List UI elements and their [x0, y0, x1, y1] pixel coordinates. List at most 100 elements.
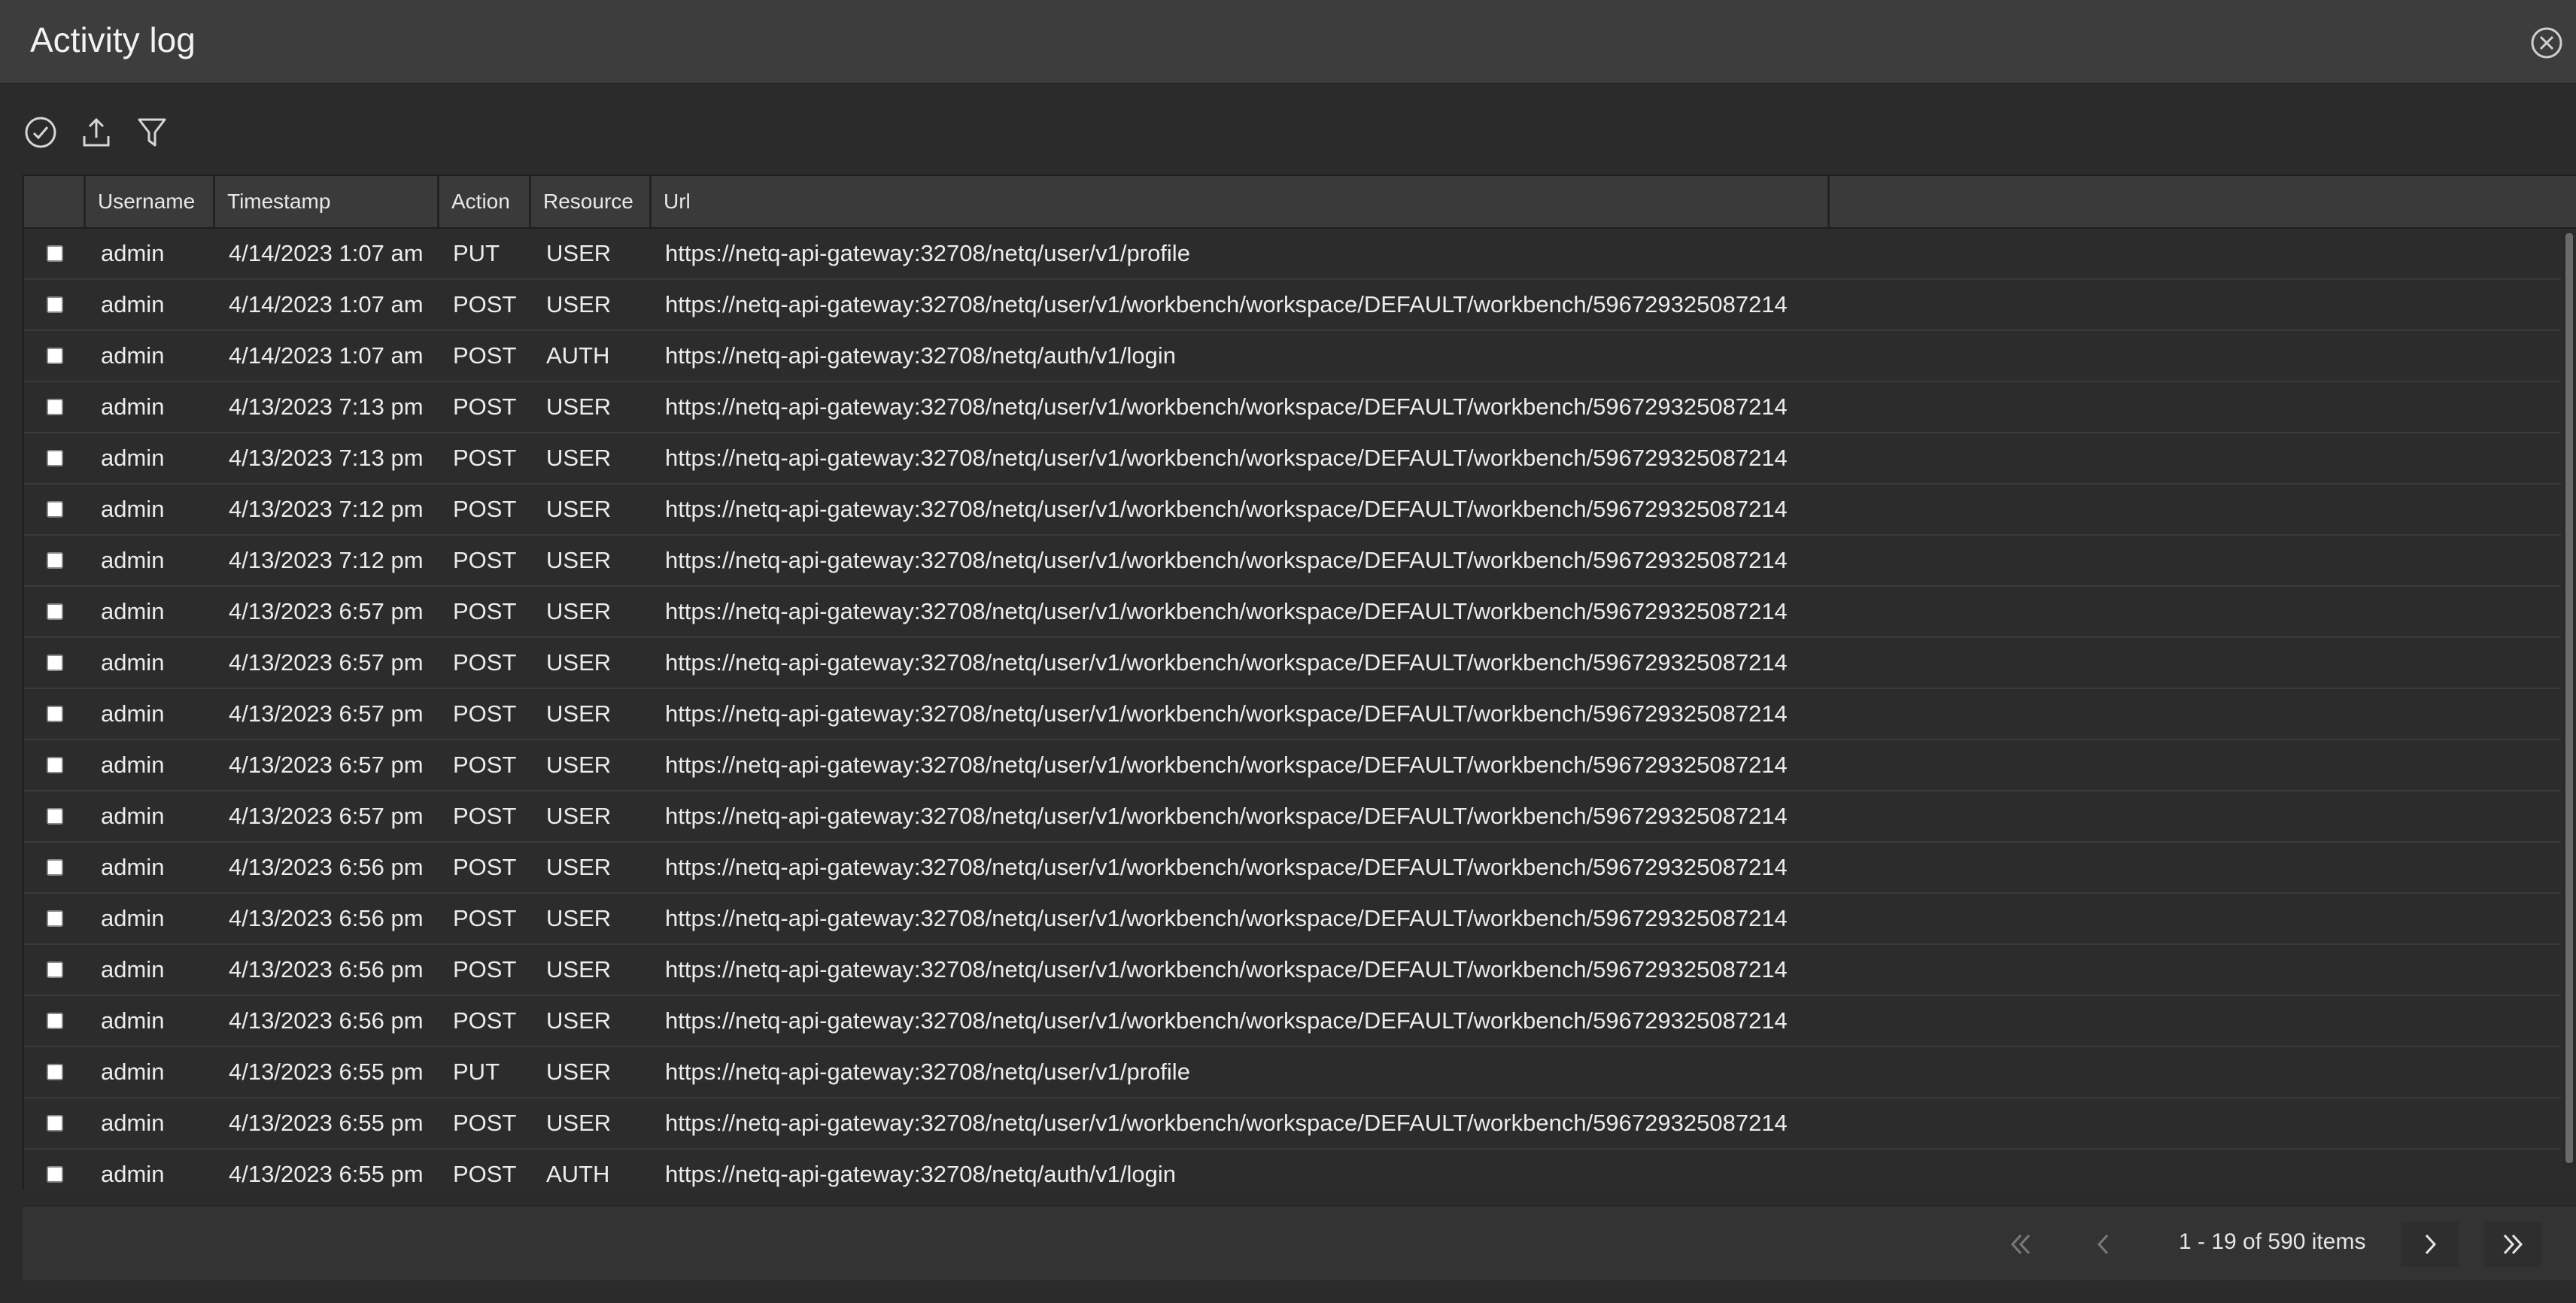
- double-chevron-right-icon: [2503, 1234, 2523, 1255]
- table-row[interactable]: admin 4/13/2023 6:56 pm POST USER https://ne…: [24, 894, 2561, 945]
- cell-username: admin: [101, 393, 165, 420]
- row-checkbox[interactable]: [47, 859, 63, 876]
- row-checkbox[interactable]: [47, 552, 63, 569]
- cell-username: admin: [101, 1161, 165, 1187]
- cell-timestamp: 4/13/2023 6:55 pm: [229, 1058, 424, 1085]
- cell-username: admin: [101, 700, 165, 727]
- header-select-column[interactable]: [24, 176, 86, 227]
- cell-timestamp: 4/13/2023 6:57 pm: [229, 700, 424, 727]
- header-timestamp[interactable]: Timestamp: [215, 176, 439, 227]
- table-row[interactable]: admin 4/13/2023 7:12 pm POST USER https://ne…: [24, 536, 2561, 587]
- first-page-button[interactable]: [1992, 1222, 2049, 1267]
- close-button[interactable]: [2529, 26, 2564, 60]
- cell-username: admin: [101, 854, 165, 880]
- cell-username: admin: [101, 445, 165, 471]
- table-row[interactable]: admin 4/13/2023 7:13 pm POST USER https://ne…: [24, 433, 2561, 484]
- cell-username: admin: [101, 956, 165, 983]
- cell-action: PUT: [453, 1058, 500, 1085]
- cell-timestamp: 4/14/2023 1:07 am: [229, 342, 424, 369]
- cell-action: POST: [453, 854, 517, 880]
- cell-action: POST: [453, 956, 517, 983]
- cell-resource: USER: [546, 496, 612, 522]
- cell-url: https://netq-api-gateway:32708/netq/user…: [665, 803, 1788, 829]
- row-checkbox[interactable]: [47, 296, 63, 313]
- table-row[interactable]: admin 4/13/2023 6:57 pm POST USER https://ne…: [24, 791, 2561, 843]
- cell-username: admin: [101, 803, 165, 829]
- cell-action: POST: [453, 752, 517, 778]
- cell-timestamp: 4/13/2023 6:56 pm: [229, 1007, 424, 1034]
- cell-action: POST: [453, 1161, 517, 1187]
- cell-url: https://netq-api-gateway:32708/netq/user…: [665, 291, 1788, 317]
- cell-action: POST: [453, 547, 517, 573]
- row-checkbox[interactable]: [47, 1013, 63, 1029]
- vertical-scrollbar[interactable]: [2562, 230, 2576, 1169]
- table-row[interactable]: admin 4/14/2023 1:07 am POST USER https://ne…: [24, 280, 2561, 331]
- cell-url: https://netq-api-gateway:32708/netq/user…: [665, 752, 1788, 778]
- previous-page-button[interactable]: [2075, 1222, 2132, 1267]
- header-username[interactable]: Username: [86, 176, 215, 227]
- table-row[interactable]: admin 4/13/2023 6:57 pm POST USER https://ne…: [24, 740, 2561, 791]
- cell-url: https://netq-api-gateway:32708/netq/user…: [665, 956, 1788, 983]
- title-bar: Activity log: [0, 0, 2576, 84]
- cell-resource: USER: [546, 1007, 612, 1034]
- row-checkbox[interactable]: [47, 348, 63, 364]
- row-checkbox[interactable]: [47, 655, 63, 671]
- header-resource[interactable]: Resource: [531, 176, 652, 227]
- row-checkbox[interactable]: [47, 399, 63, 415]
- select-all-button[interactable]: [21, 113, 60, 152]
- row-checkbox[interactable]: [47, 245, 63, 262]
- row-checkbox[interactable]: [47, 757, 63, 773]
- next-page-button[interactable]: [2401, 1222, 2459, 1267]
- row-checkbox[interactable]: [47, 706, 63, 722]
- cell-action: POST: [453, 393, 517, 420]
- cell-action: POST: [453, 803, 517, 829]
- filter-button[interactable]: [132, 113, 172, 152]
- table-row[interactable]: admin 4/13/2023 6:55 pm POST USER https://ne…: [24, 1098, 2561, 1150]
- row-checkbox[interactable]: [47, 910, 63, 927]
- table-row[interactable]: admin 4/14/2023 1:07 am PUT USER https://net…: [24, 229, 2561, 280]
- row-checkbox[interactable]: [47, 1064, 63, 1080]
- cell-username: admin: [101, 547, 165, 573]
- cell-timestamp: 4/13/2023 7:12 pm: [229, 547, 424, 573]
- cell-resource: AUTH: [546, 1161, 610, 1187]
- table-row[interactable]: admin 4/13/2023 6:57 pm POST USER https://ne…: [24, 689, 2561, 740]
- cell-username: admin: [101, 291, 165, 317]
- header-action[interactable]: Action: [439, 176, 531, 227]
- table-row[interactable]: admin 4/13/2023 6:55 pm PUT USER https://net…: [24, 1047, 2561, 1098]
- table-row[interactable]: admin 4/13/2023 6:56 pm POST USER https://ne…: [24, 996, 2561, 1047]
- scrollbar-thumb[interactable]: [2565, 233, 2573, 1163]
- cell-timestamp: 4/13/2023 6:57 pm: [229, 803, 424, 829]
- table-row[interactable]: admin 4/13/2023 6:56 pm POST USER https://ne…: [24, 843, 2561, 894]
- row-checkbox[interactable]: [47, 1166, 63, 1183]
- table-body: admin 4/14/2023 1:07 am PUT USER https://net…: [24, 229, 2561, 1190]
- table-row[interactable]: admin 4/13/2023 6:57 pm POST USER https://ne…: [24, 638, 2561, 689]
- cell-username: admin: [101, 342, 165, 369]
- cell-resource: USER: [546, 905, 612, 931]
- cell-timestamp: 4/13/2023 6:57 pm: [229, 598, 424, 624]
- table-row[interactable]: admin 4/13/2023 6:55 pm POST AUTH https://ne…: [24, 1150, 2561, 1190]
- row-checkbox[interactable]: [47, 961, 63, 978]
- table-row[interactable]: admin 4/13/2023 6:56 pm POST USER https://ne…: [24, 945, 2561, 996]
- cell-action: POST: [453, 905, 517, 931]
- pagination-bar: 1 - 19 of 590 items: [23, 1205, 2576, 1280]
- activity-table: Username Timestamp Action Resource Url a…: [23, 175, 2576, 1190]
- table-row[interactable]: admin 4/13/2023 7:12 pm POST USER https://ne…: [24, 484, 2561, 536]
- row-checkbox[interactable]: [47, 603, 63, 620]
- cell-url: https://netq-api-gateway:32708/netq/user…: [665, 393, 1788, 420]
- row-checkbox[interactable]: [47, 808, 63, 825]
- cell-username: admin: [101, 649, 165, 676]
- table-row[interactable]: admin 4/14/2023 1:07 am POST AUTH https://ne…: [24, 331, 2561, 382]
- cell-action: POST: [453, 496, 517, 522]
- table-row[interactable]: admin 4/13/2023 7:13 pm POST USER https://ne…: [24, 382, 2561, 433]
- row-checkbox[interactable]: [47, 450, 63, 466]
- header-url[interactable]: Url: [652, 176, 1830, 227]
- export-button[interactable]: [77, 113, 116, 152]
- last-page-button[interactable]: [2484, 1222, 2541, 1267]
- row-checkbox[interactable]: [47, 501, 63, 518]
- pagination-info: 1 - 19 of 590 items: [2179, 1229, 2366, 1254]
- cell-url: https://netq-api-gateway:32708/netq/auth…: [665, 342, 1177, 369]
- row-checkbox[interactable]: [47, 1115, 63, 1131]
- table-row[interactable]: admin 4/13/2023 6:57 pm POST USER https://ne…: [24, 587, 2561, 638]
- cell-resource: USER: [546, 649, 612, 676]
- page-title: Activity log: [30, 20, 196, 59]
